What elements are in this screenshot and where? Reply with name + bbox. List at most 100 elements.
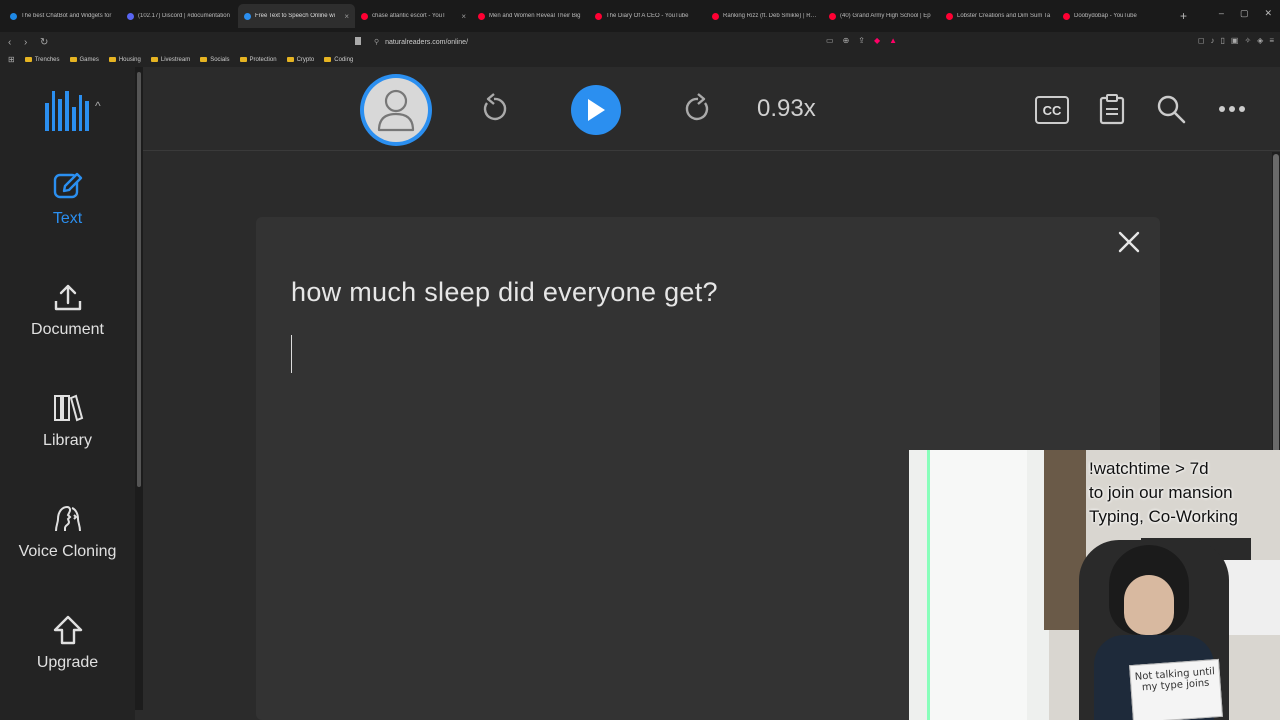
maximize-icon[interactable]: ▢ <box>1240 8 1249 19</box>
more-button[interactable] <box>1216 93 1248 125</box>
sidebar-item-text[interactable]: Text <box>0 170 135 228</box>
browser-tab[interactable]: The best ChatBot and Widgets for <box>4 4 121 28</box>
browser-tab[interactable]: Lobster Creations and Dim Sum Ta <box>940 4 1057 28</box>
sidebar: ^ Text Document Library Voice Cloning Up… <box>0 67 135 720</box>
bookmark-folder[interactable]: Protection <box>239 57 277 63</box>
avatar <box>364 78 428 142</box>
folder-icon <box>239 57 247 62</box>
browser-tab[interactable]: Free Text to Speech Online wi × <box>238 4 355 28</box>
media-icon[interactable]: ♪ <box>1211 36 1215 45</box>
site-info-icon[interactable]: ⚲ <box>374 38 379 46</box>
bookmark-label: Games <box>79 56 99 63</box>
tab-favicon-icon <box>127 12 134 20</box>
folder-icon <box>200 57 208 62</box>
tab-title: chase atlantic escort - YouT <box>372 13 446 19</box>
wallet-icon[interactable]: ▣ <box>1231 36 1239 45</box>
webcam-person-face <box>1124 575 1174 635</box>
bookmark-folder[interactable]: Socials <box>200 56 230 63</box>
webcam-overlay: Not talking until my type joins !watchti… <box>909 450 1280 720</box>
menu-icon[interactable]: ≡ <box>1269 36 1274 45</box>
forward-icon <box>685 93 709 121</box>
overlay-line: to join our mansion <box>1089 483 1233 502</box>
folder-icon <box>324 57 332 62</box>
address-actions: ▭ ⊕ ⇪ ◆ ▲ <box>826 36 897 45</box>
tab-title: Men and Women Reveal Their Big <box>489 13 581 19</box>
chevron-up-icon[interactable]: ^ <box>95 99 101 113</box>
upgrade-icon <box>50 614 86 646</box>
tab-favicon-icon <box>829 12 836 20</box>
text-cursor <box>291 335 292 373</box>
minimize-icon[interactable]: – <box>1219 8 1224 19</box>
tab-close-icon[interactable]: × <box>344 12 349 21</box>
sidebar-toggle-icon[interactable]: ▯ <box>1221 36 1225 45</box>
sidebar-item-library[interactable]: Library <box>0 392 135 450</box>
tab-title: Doobydobap - YouTube <box>1074 13 1137 19</box>
cc-button[interactable]: CC <box>1035 96 1069 124</box>
close-button[interactable] <box>1116 229 1142 255</box>
sidebar-item-label: Document <box>31 321 104 338</box>
tab-favicon-icon <box>1063 12 1070 20</box>
tab-title: Lobster Creations and Dim Sum Ta <box>957 13 1051 19</box>
vpn-icon[interactable]: ◈ <box>1257 36 1263 45</box>
scrollbar-thumb[interactable] <box>137 72 141 487</box>
browser-tab[interactable]: Men and Women Reveal Their Big <box>472 4 589 28</box>
browser-tab[interactable]: Ranking Rizz (ft. Deb Smikle) | Rea <box>706 4 823 28</box>
voice-select-button[interactable] <box>360 74 432 146</box>
folder-icon <box>286 57 294 62</box>
bookmark-folder[interactable]: Housing <box>108 57 141 63</box>
more-icon <box>1219 106 1245 112</box>
clipboard-icon <box>1099 94 1125 125</box>
tab-close-icon[interactable]: × <box>461 12 466 21</box>
player-toolbar: 0.93x CC <box>143 67 1280 151</box>
brave-rewards-icon[interactable]: ▲ <box>889 36 897 45</box>
bookmark-icon[interactable] <box>355 37 361 45</box>
tab-favicon-icon <box>10 12 17 20</box>
apps-grid-icon[interactable]: ⊞ <box>8 55 15 64</box>
bookmark-folder[interactable]: Coding <box>324 57 353 63</box>
leo-icon[interactable]: ✧ <box>1244 36 1251 45</box>
tab-favicon-icon <box>478 12 485 20</box>
bookmarks-bar: ⊞ Trenches Games Housing Livestream Socials P… <box>0 52 1280 67</box>
user-icon <box>377 89 415 132</box>
search-button[interactable] <box>1155 93 1187 125</box>
forward-button[interactable] <box>682 93 714 125</box>
rewind-button[interactable] <box>478 93 510 125</box>
play-button[interactable] <box>571 85 621 135</box>
sidebar-item-document[interactable]: Document <box>0 281 135 339</box>
new-tab-icon[interactable]: + <box>1180 9 1187 23</box>
bookmark-label: Crypto <box>296 56 315 63</box>
naturalreader-logo[interactable] <box>45 91 90 131</box>
bookmark-folder[interactable]: Livestream <box>150 57 190 63</box>
tab-favicon-icon <box>595 12 602 20</box>
clipboard-button[interactable] <box>1096 93 1128 125</box>
share-icon[interactable]: ⇪ <box>858 36 865 45</box>
extension-icons: ◻ ♪ ▯ ▣ ✧ ◈ ≡ <box>1198 36 1274 45</box>
browser-tab[interactable]: The Diary Of A CEO - YouTube <box>589 4 706 28</box>
forward-icon[interactable]: › <box>24 37 32 48</box>
bookmark-folder[interactable]: Crypto <box>286 56 315 63</box>
browser-tab[interactable]: Doobydobap - YouTube <box>1057 4 1174 28</box>
browser-tab[interactable]: chase atlantic escort - YouT × <box>355 4 472 28</box>
play-icon <box>588 99 605 121</box>
sidebar-item-voice-cloning[interactable]: Voice Cloning <box>0 503 135 561</box>
browser-tab[interactable]: (40) Grand Army High School | Ep <box>823 4 940 28</box>
bookmark-label: Socials <box>210 56 230 63</box>
back-icon[interactable]: ‹ <box>8 37 16 48</box>
screen-icon[interactable]: ▭ <box>826 36 834 45</box>
extension-icon[interactable]: ◻ <box>1198 36 1205 45</box>
bookmark-folder[interactable]: Trenches <box>24 56 60 63</box>
brave-shield-icon[interactable]: ◆ <box>874 36 880 45</box>
editor-text[interactable]: how much sleep did everyone get? <box>291 277 718 308</box>
reload-icon[interactable]: ↻ <box>40 37 48 48</box>
close-window-icon[interactable]: ✕ <box>1264 8 1272 19</box>
bookmark-label: Trenches <box>34 56 60 63</box>
bookmark-folder[interactable]: Games <box>69 56 99 63</box>
zoom-icon[interactable]: ⊕ <box>843 36 850 45</box>
browser-tab[interactable]: (102.17) Discord | #documentation <box>121 4 238 28</box>
webcam-sign: Not talking until my type joins <box>1129 658 1223 720</box>
speed-control[interactable]: 0.93x <box>757 95 816 123</box>
sidebar-scrollbar[interactable] <box>135 67 143 710</box>
tab-favicon-icon <box>244 12 251 20</box>
sidebar-item-upgrade[interactable]: Upgrade <box>0 614 135 672</box>
tab-favicon-icon <box>946 12 953 20</box>
